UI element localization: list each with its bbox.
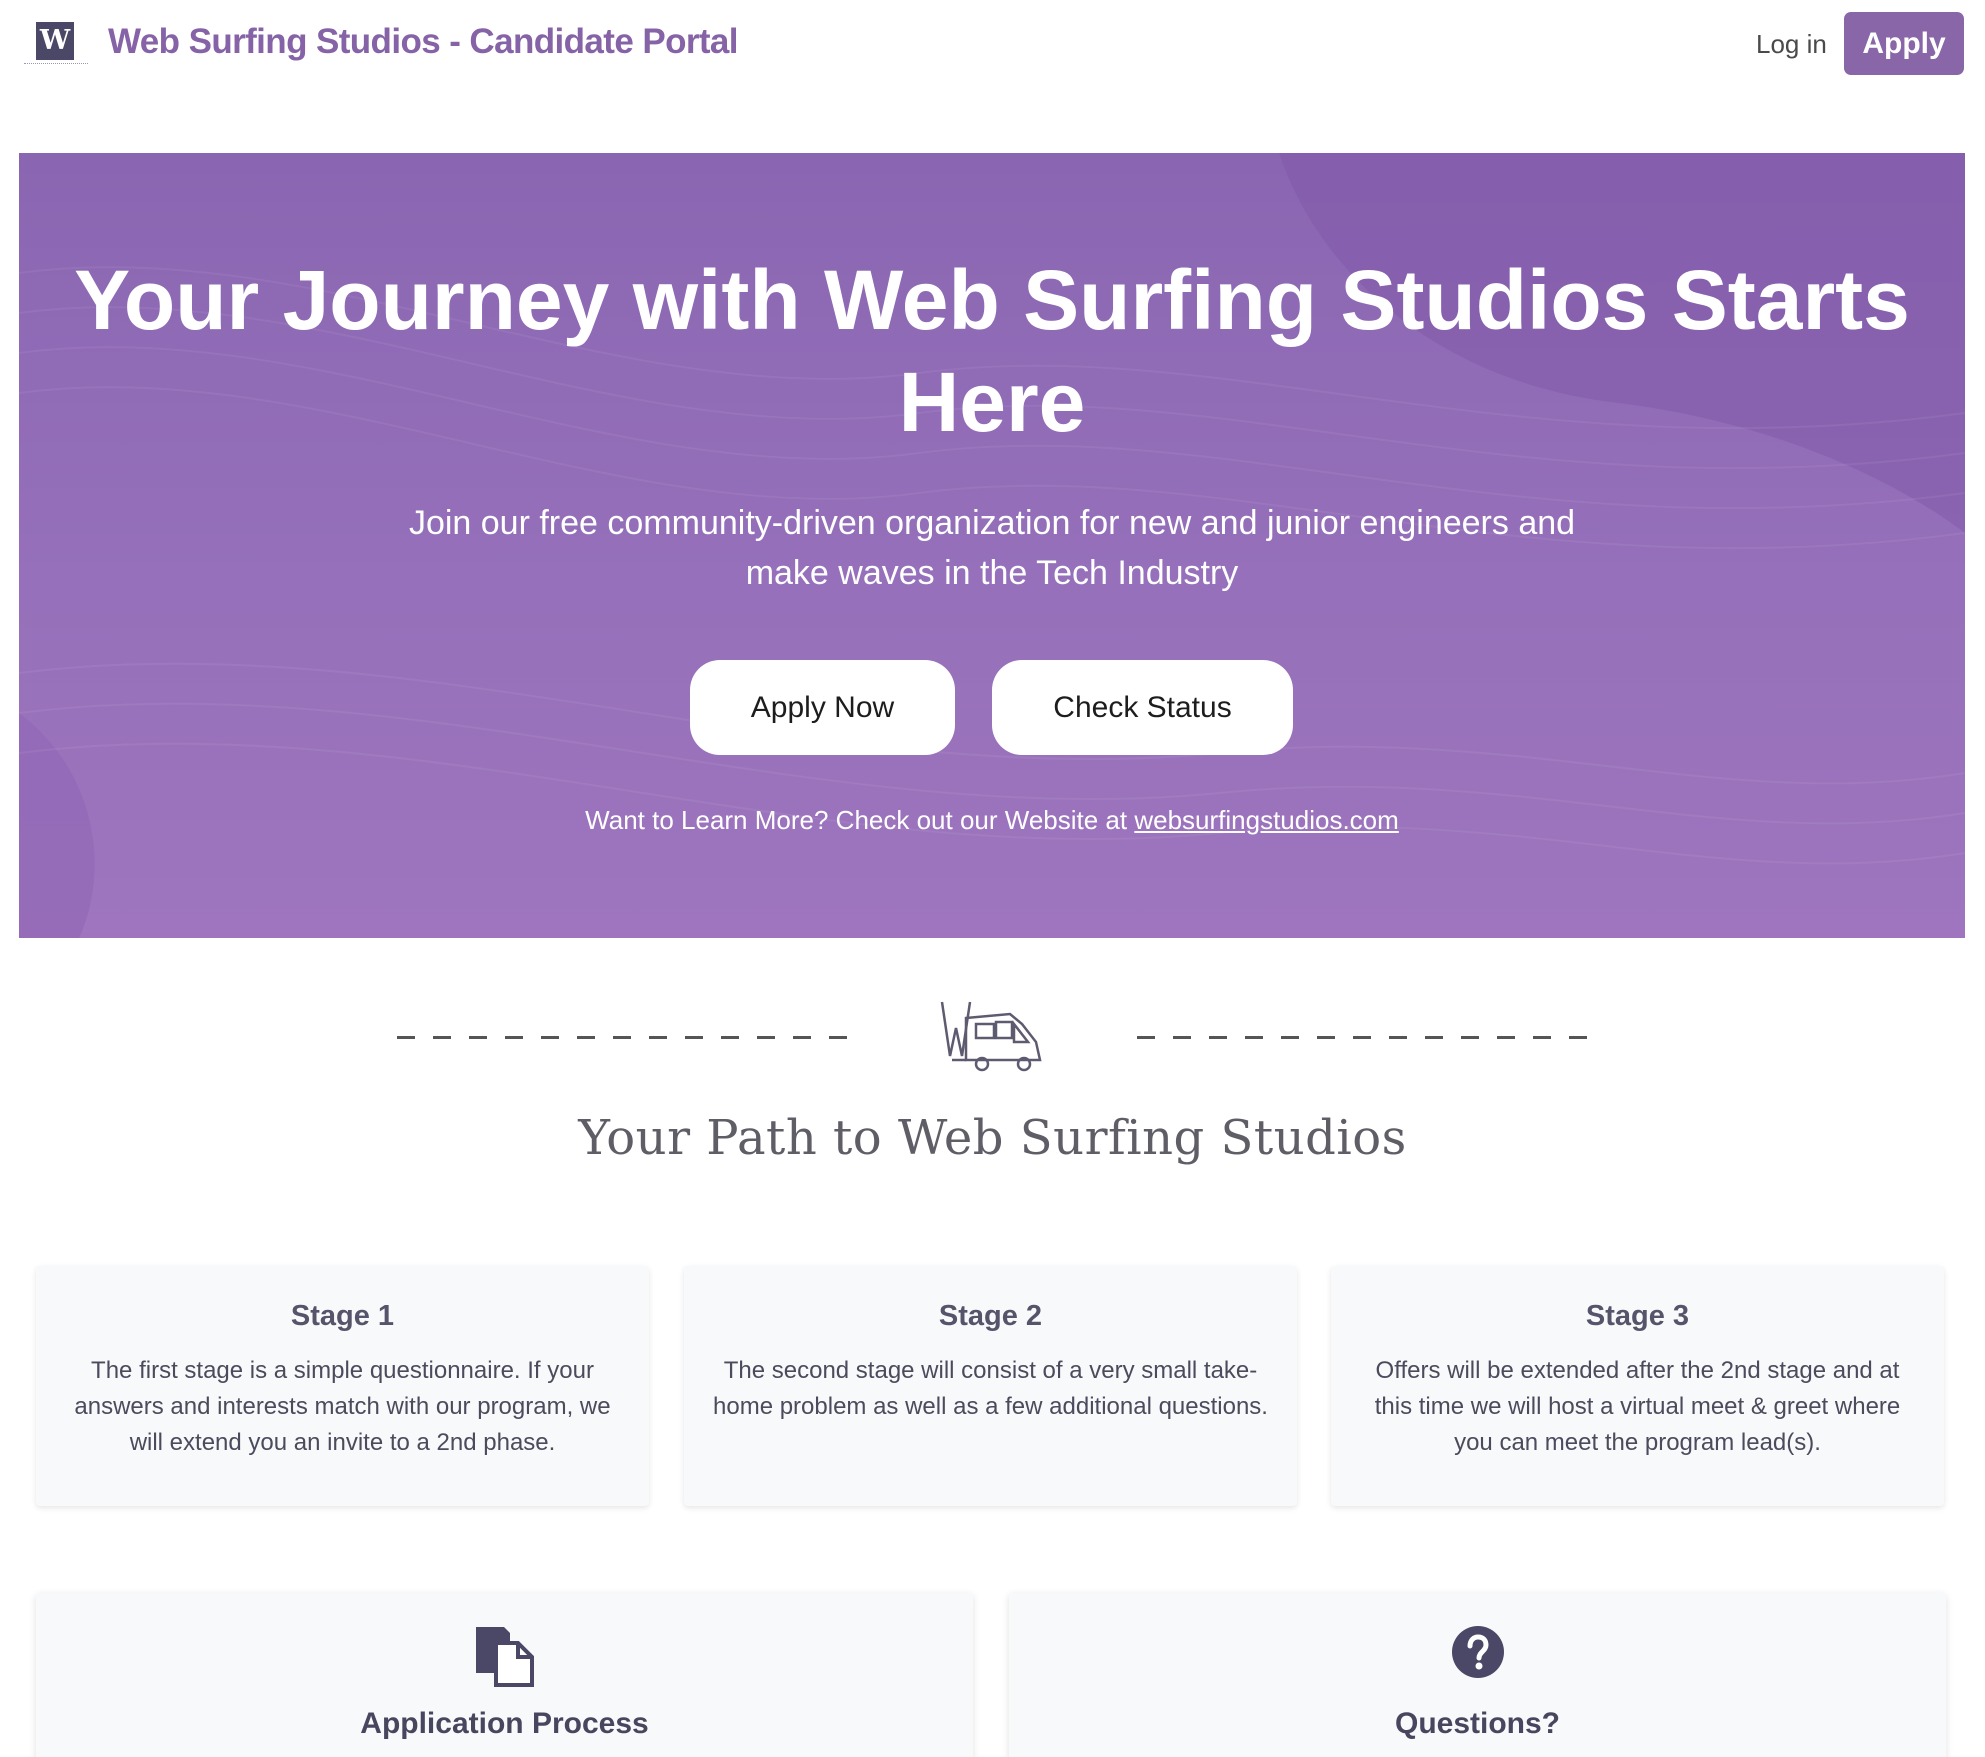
logo-tagline <box>24 63 88 65</box>
stage-title: Stage 1 <box>290 1300 395 1332</box>
stage-card: Stage 2 The second stage will consist of… <box>684 1266 1297 1506</box>
learn-more-text: Want to Learn More? Check out our Websit… <box>19 805 1965 836</box>
hero-subtitle: Join our free community-driven organizat… <box>408 504 1576 592</box>
stage-description: Offers will be extended after the 2nd st… <box>1374 1357 1901 1456</box>
login-link[interactable]: Log in <box>1756 29 1827 60</box>
hero-title: Your Journey with Web Surfing Studios St… <box>74 253 1910 449</box>
stage-title: Stage 3 <box>1585 1300 1690 1332</box>
logo-letter: W <box>39 25 71 56</box>
stage-title: Stage 2 <box>938 1300 1043 1332</box>
info-card-title: Application Process <box>360 1707 649 1740</box>
logo[interactable]: W <box>36 22 74 60</box>
path-section-title: Your Path to Web Surfing Studios <box>578 1110 1407 1166</box>
question-circle-icon <box>1451 1626 1504 1678</box>
learn-more-prefix: Want to Learn More? Check out our Websit… <box>585 805 1135 835</box>
stage-description: The first stage is a simple questionnair… <box>74 1357 611 1456</box>
apply-button[interactable]: Apply <box>1844 12 1964 75</box>
van-icon <box>940 1001 1042 1072</box>
questions-card[interactable]: Questions? <box>1009 1593 1946 1757</box>
info-card-title: Questions? <box>1394 1707 1560 1740</box>
check-status-button[interactable]: Check Status <box>992 660 1293 755</box>
dashed-divider-left <box>397 1036 849 1039</box>
brand-title[interactable]: Web Surfing Studios - Candidate Portal <box>108 22 739 62</box>
document-copy-icon <box>475 1627 534 1687</box>
application-process-card[interactable]: Application Process <box>36 1593 973 1757</box>
top-navbar: W Web Surfing Studios - Candidate Portal… <box>0 0 1985 88</box>
website-link[interactable]: websurfingstudios.com <box>1134 805 1398 835</box>
stage-card: Stage 3 Offers will be extended after th… <box>1331 1266 1944 1506</box>
stage-card: Stage 1 The first stage is a simple ques… <box>36 1266 649 1506</box>
apply-now-button[interactable]: Apply Now <box>690 660 955 755</box>
hero-banner: Your Journey with Web Surfing Studios St… <box>19 153 1965 938</box>
stage-description: The second stage will consist of a very … <box>713 1357 1268 1420</box>
dashed-divider-right <box>1137 1036 1589 1039</box>
